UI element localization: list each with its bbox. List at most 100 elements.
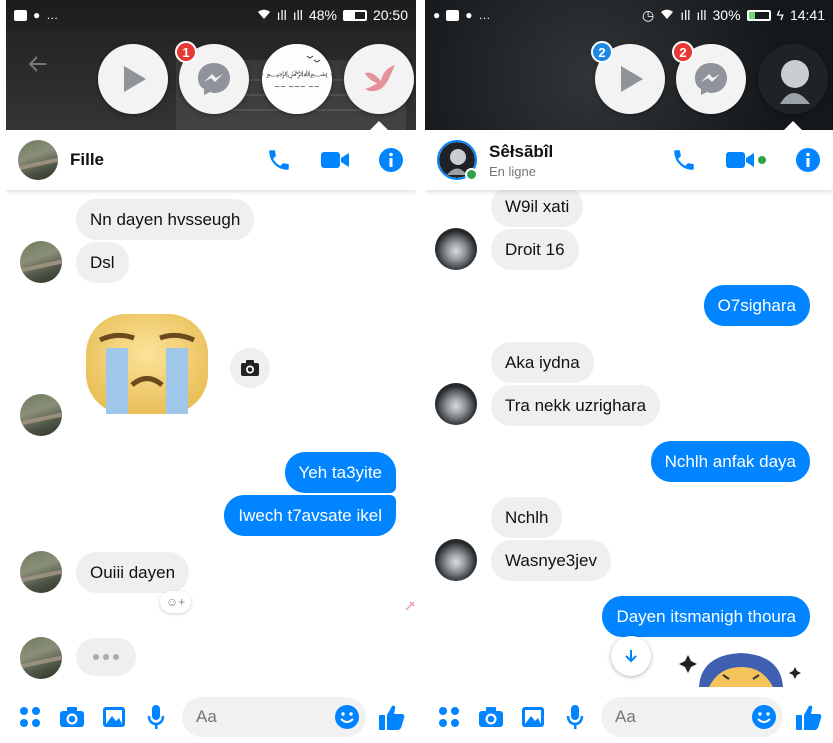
save-photo-button[interactable] [230,348,270,388]
microphone-icon [147,704,165,729]
clock: 20:50 [372,7,408,23]
like-button[interactable] [376,701,408,733]
messenger-chathead[interactable]: 2 [672,41,746,114]
contact-name[interactable]: Sêłsãbîl [489,142,553,162]
more-notifications-icon: … [46,8,59,22]
message-composer [425,690,833,743]
presence-status: En ligne [489,163,536,179]
contact-chathead[interactable] [758,44,828,114]
sender-avatar[interactable] [435,383,477,425]
play-chathead[interactable] [98,44,168,114]
conversation-header: Sêłsãbîl En ligne [425,130,833,190]
sender-avatar[interactable] [20,394,62,436]
message-list[interactable]: Nn dayen hvsseugh Dsl Yeh ta3yite Iwech … [6,190,416,687]
thumbs-up-icon [796,705,822,730]
sender-avatar[interactable] [20,241,62,283]
scroll-to-bottom-button[interactable] [611,636,651,676]
top-background: ● ● … ◷ ıll ıll 30% ϟ 14:41 2 2 [425,0,833,130]
phone-call-icon[interactable] [266,147,292,173]
play-chathead[interactable]: 2 [591,41,665,114]
left-screen: ● … ıll ıll 48% 20:50 1 ﴿ ﷽ ﴾ ~~ ~~~ ~~ … [6,0,416,743]
back-arrow-icon[interactable] [26,52,50,76]
unread-badge: 2 [672,41,694,63]
voice-button[interactable] [140,701,172,733]
camera-button[interactable] [56,701,88,733]
status-bar: ● … ıll ıll 48% 20:50 [6,0,416,30]
bird-chathead[interactable] [344,44,414,114]
incoming-message[interactable]: Ouiii dayen [76,552,190,593]
contact-avatar[interactable] [437,140,478,181]
battery-percent: 48% [308,7,337,23]
message-input[interactable] [615,706,751,727]
play-icon [621,66,643,92]
microphone-icon [566,704,584,729]
charging-icon: ϟ [776,7,784,23]
selected-pointer [370,121,388,130]
emoji-icon[interactable] [751,704,777,730]
incoming-message[interactable]: Dsl [76,242,129,283]
sender-avatar[interactable] [20,637,62,679]
message-input-box[interactable] [182,696,366,737]
message-input-box[interactable] [601,696,783,737]
image-icon [103,706,125,727]
outgoing-message[interactable]: Dayen itsmanigh thoura [602,596,810,637]
sender-avatar[interactable] [20,551,62,593]
info-icon[interactable] [795,147,821,173]
incoming-message[interactable]: Aka iydna [491,342,594,383]
sticker-preview[interactable] [675,645,805,687]
incoming-message[interactable]: Nn dayen hvsseugh [76,199,255,240]
video-call-icon[interactable] [320,149,350,171]
gallery-button[interactable] [517,701,549,733]
incoming-message[interactable]: W9il xati [491,190,584,227]
add-reaction-button[interactable]: ☺+ [160,591,192,613]
calligraphy-chathead[interactable]: ﴿ ﷽ ﴾ ~~ ~~~ ~~ [262,44,332,114]
incoming-message[interactable]: Wasnye3jev [491,540,611,581]
more-notifications-icon: … [478,8,491,22]
wifi-icon [257,7,271,23]
signal-2-icon: ıll [292,7,303,23]
signal-1-icon: ıll [276,7,287,23]
play-icon [124,66,146,92]
messenger-chathead[interactable]: 1 [175,41,249,114]
online-dot [465,168,478,181]
gallery-button[interactable] [98,701,130,733]
clock: 14:41 [789,7,825,23]
gallery-notification-icon [14,9,27,21]
more-actions-button[interactable] [433,701,465,733]
outgoing-message[interactable]: Iwech t7avsate ikel [224,495,396,536]
outgoing-message[interactable]: Nchlh anfak daya [650,441,810,482]
battery-icon [746,9,771,21]
message-list[interactable]: W9il xati Droit 16 O7sighara Aka iydna T… [425,190,833,687]
sender-avatar[interactable] [435,228,477,270]
battery-icon [342,9,367,21]
outgoing-message[interactable]: Yeh ta3yite [284,452,396,493]
camera-icon [60,706,84,727]
grid-dots-icon [20,706,40,727]
unseen-indicator-icon [405,601,415,611]
bird-icon [365,65,395,92]
camera-button[interactable] [475,701,507,733]
incoming-message[interactable]: Tra nekk uzrighara [491,385,661,426]
sender-avatar[interactable] [435,539,477,581]
message-input[interactable] [196,706,334,727]
contact-name[interactable]: Fille [70,150,104,170]
wifi-icon [660,7,674,23]
incoming-message[interactable]: Nchlh [491,497,563,538]
alarm-icon: ◷ [642,6,655,23]
video-call-icon[interactable] [725,149,767,171]
message-composer [6,690,416,743]
outgoing-message[interactable]: O7sighara [703,285,810,326]
thumbs-up-icon [379,705,405,730]
like-button[interactable] [793,701,825,733]
messenger-notification-icon: ● [33,8,41,22]
crying-emoji-sticker[interactable] [82,310,212,420]
messenger-notification-icon: ● [433,8,441,22]
status-bar: ● ● … ◷ ıll ıll 30% ϟ 14:41 [425,0,833,30]
phone-call-icon[interactable] [671,147,697,173]
incoming-message[interactable]: Droit 16 [491,229,579,270]
emoji-icon[interactable] [334,704,360,730]
info-icon[interactable] [378,147,404,173]
voice-button[interactable] [559,701,591,733]
more-actions-button[interactable] [14,701,46,733]
contact-avatar[interactable] [18,140,58,180]
